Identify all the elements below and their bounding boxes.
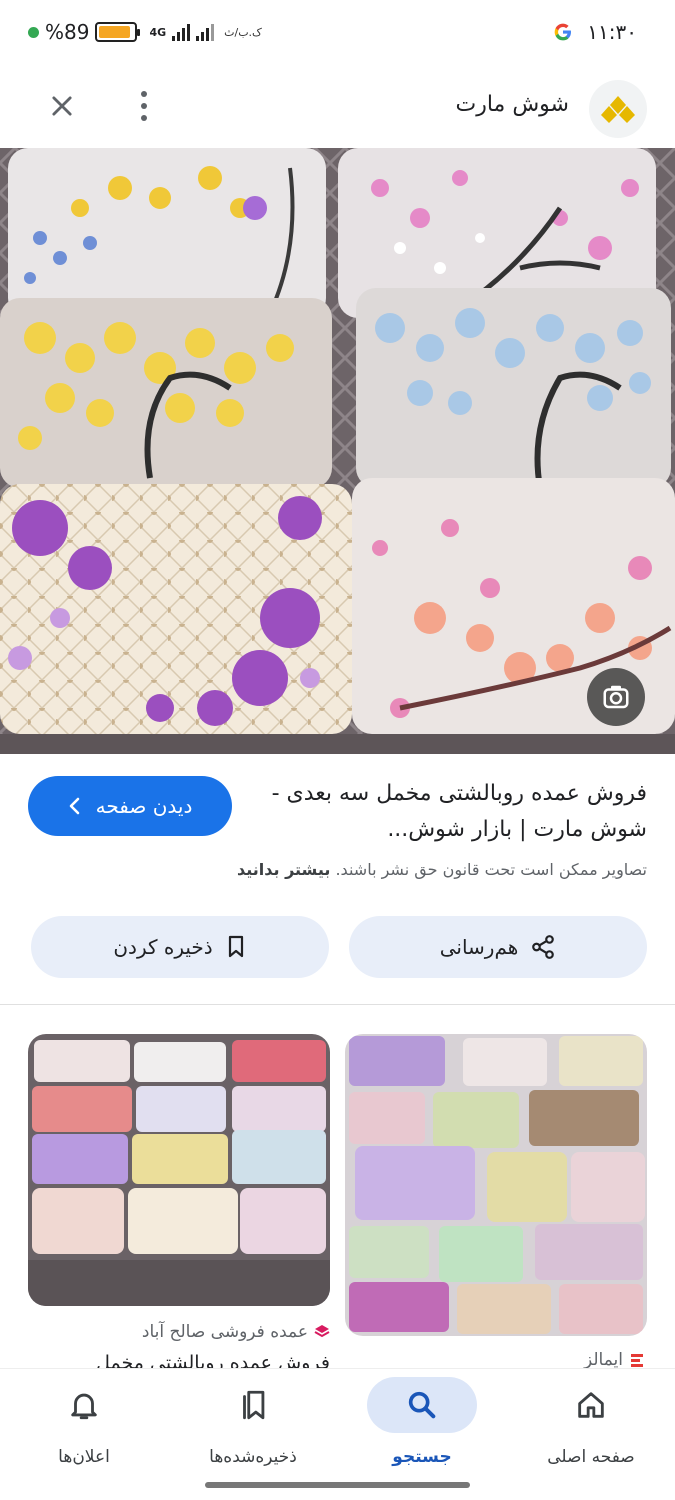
visit-page-label: دیدن صفحه [95, 794, 193, 818]
signal-2-icon [196, 23, 215, 41]
related-image-2-thumb [28, 1034, 330, 1306]
divider [0, 1004, 675, 1005]
nav-saved[interactable]: ذخیره‌شده‌ها [169, 1377, 337, 1467]
related-source-1[interactable]: ایمالز [584, 1350, 645, 1370]
share-button[interactable]: هم‌رسانی [349, 916, 647, 978]
nav-saved-label: ذخیره‌شده‌ها [209, 1447, 297, 1467]
related-image-1-thumb [345, 1034, 647, 1336]
lens-search-button[interactable] [587, 668, 645, 726]
save-label: ذخیره کردن [113, 935, 213, 959]
result-title: فروش عمده روبالشتی مخمل سه بعدی - شوش ما… [271, 781, 647, 842]
status-right: ۱۱:۳۰ [553, 20, 637, 44]
pillows-image [0, 148, 675, 754]
related-source-2-label: عمده فروشی صالح آباد [141, 1322, 308, 1342]
home-icon [578, 1392, 604, 1418]
close-icon [52, 96, 72, 116]
nav-notifications[interactable]: اعلان‌ها [0, 1377, 168, 1467]
share-label: هم‌رسانی [439, 935, 519, 959]
bookmark-icon [228, 935, 243, 958]
visit-page-button[interactable]: دیدن صفحه [28, 776, 232, 836]
close-button[interactable] [42, 86, 82, 126]
copyright-text: تصاویر ممکن است تحت قانون حق نشر باشند. [335, 860, 647, 879]
related-image-2[interactable] [28, 1034, 330, 1306]
privacy-dot-icon [28, 26, 39, 38]
network-type: 4G [149, 25, 167, 39]
nav-search[interactable]: جستجو [338, 1377, 506, 1467]
google-g-icon [554, 23, 572, 41]
result-image[interactable] [0, 148, 675, 754]
search-icon [408, 1391, 436, 1419]
share-icon [532, 935, 555, 959]
battery-percent: %89 [45, 20, 90, 44]
store-logo-icon [314, 1325, 330, 1338]
status-bar: %89 4G ک.ب/ث ۱۱:۳۰ [0, 0, 675, 70]
bottom-navigation: صفحه اصلی جستجو ذخیره‌شده‌ها اعلان‌ها [0, 1368, 675, 1500]
more-vert-icon [141, 91, 147, 97]
nav-notifications-label: اعلان‌ها [58, 1447, 110, 1467]
save-button[interactable]: ذخیره کردن [31, 916, 329, 978]
related-image-1[interactable] [345, 1034, 647, 1336]
learn-more-link[interactable]: بیشتر بدانید [237, 860, 330, 879]
bookmarks-icon [243, 1390, 265, 1420]
related-source-1-label: ایمالز [583, 1350, 623, 1370]
signal-icon [172, 23, 191, 41]
lens-camera-icon [603, 685, 629, 709]
clock: ۱۱:۳۰ [587, 20, 637, 44]
related-title-2[interactable]: فروش عمده روبالشتی مخمل [70, 1352, 330, 1368]
site-name: شوش مارت [455, 92, 569, 117]
site-logo [589, 80, 647, 138]
more-options-button[interactable] [132, 86, 156, 126]
nav-search-label: جستجو [392, 1447, 452, 1467]
related-source-2[interactable]: عمده فروشی صالح آباد [142, 1322, 330, 1342]
status-left: %89 4G ک.ب/ث [28, 20, 262, 44]
site-logo-icon [601, 96, 635, 123]
home-indicator[interactable] [205, 1482, 470, 1488]
chevron-left-icon [69, 797, 79, 815]
app-bar: شوش مارت [0, 72, 675, 138]
carrier-label: ک.ب/ث [224, 25, 262, 39]
nav-home[interactable]: صفحه اصلی [507, 1377, 675, 1467]
bell-icon [71, 1393, 97, 1420]
nav-home-label: صفحه اصلی [547, 1447, 635, 1467]
battery-icon [95, 22, 141, 42]
copyright-notice: تصاویر ممکن است تحت قانون حق نشر باشند. … [237, 860, 647, 879]
emalls-logo-icon [631, 1354, 643, 1367]
